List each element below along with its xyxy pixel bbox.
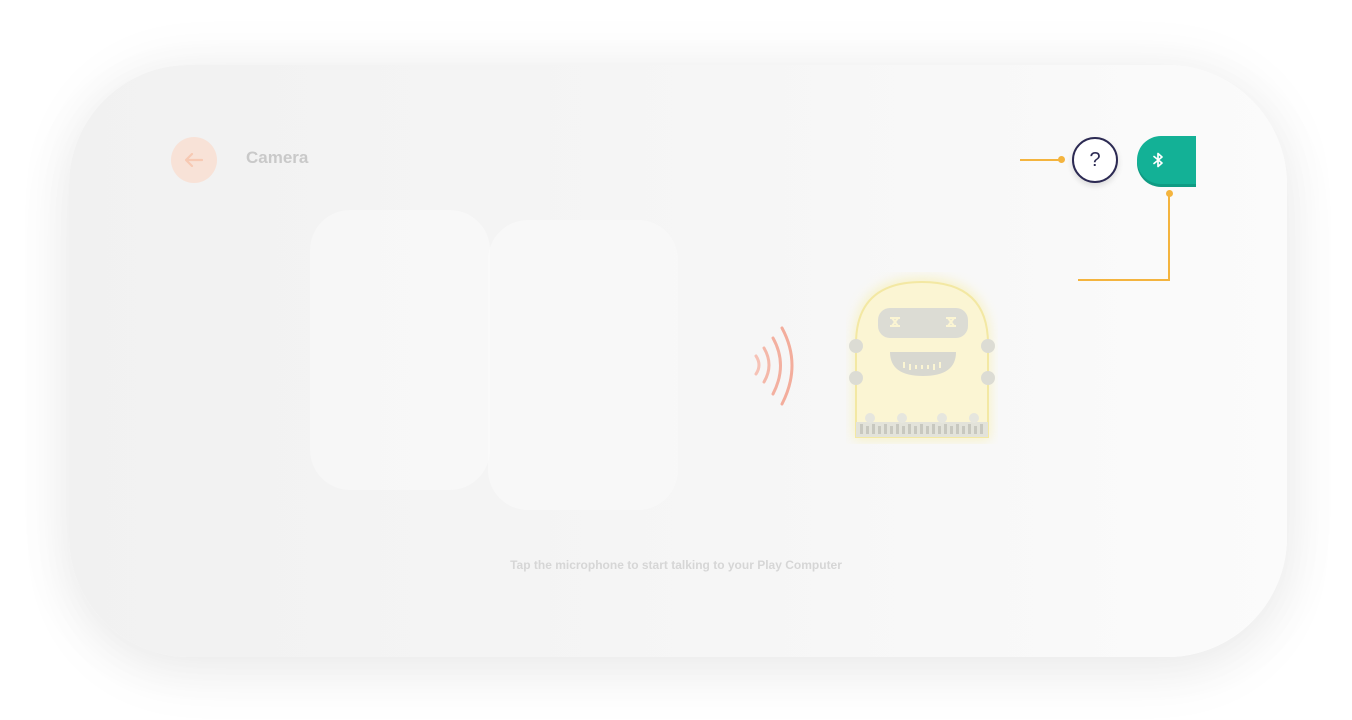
help-callout-dot [1058, 156, 1065, 163]
help-button[interactable]: ? [1072, 137, 1118, 183]
microphone-hint-text: Tap the microphone to start talking to y… [510, 558, 842, 572]
ghost-card-left [310, 210, 490, 490]
bluetooth-callout-horizontal [1078, 279, 1170, 281]
sound-waves-icon [754, 326, 794, 406]
microphone-hint: Tap the microphone to start talking to y… [0, 558, 1352, 572]
stage: Camera ? Tap the microphone to start tal… [0, 0, 1352, 720]
ghost-card-center [488, 220, 678, 510]
arrow-left-icon [185, 153, 203, 167]
page-title: Camera [246, 148, 309, 167]
bluetooth-icon [1153, 152, 1163, 168]
bluetooth-callout-vertical [1168, 194, 1170, 281]
robot-board-icon [849, 278, 995, 440]
help-callout-line [1020, 159, 1060, 161]
bluetooth-button[interactable] [1137, 136, 1196, 184]
back-button[interactable] [171, 137, 217, 183]
